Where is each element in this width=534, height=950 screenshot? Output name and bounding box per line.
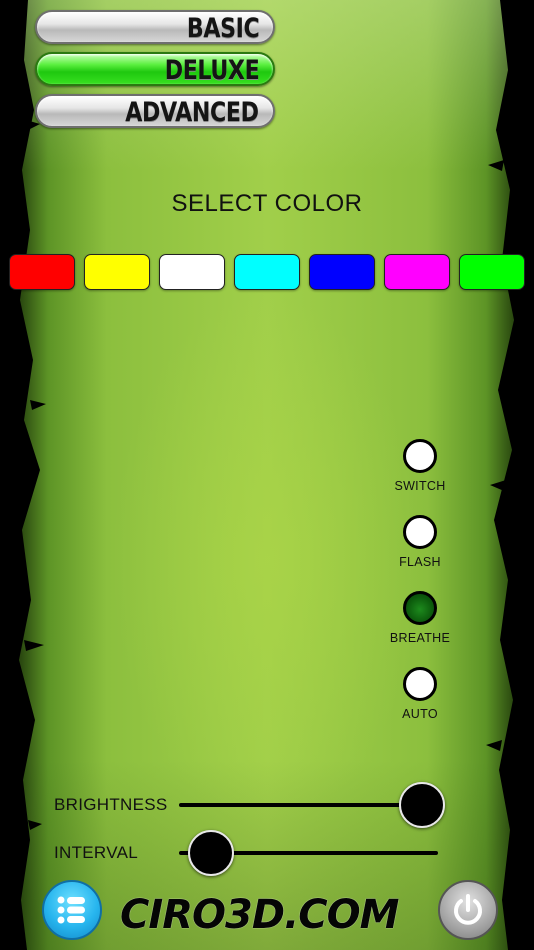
effect-option-breathe: BREATHE — [380, 591, 460, 645]
effect-option-auto: AUTO — [380, 667, 460, 721]
interval-label: INTERVAL — [54, 843, 138, 862]
mode-button-basic[interactable]: BASIC — [35, 10, 275, 44]
brightness-slider-thumb[interactable] — [399, 782, 445, 828]
effect-label: FLASH — [399, 555, 441, 569]
mode-button-deluxe[interactable]: DELUXE — [35, 52, 275, 86]
brightness-label: BRIGHTNESS — [54, 795, 168, 814]
effect-label: SWITCH — [394, 479, 446, 493]
color-swatch-green[interactable] — [459, 254, 525, 290]
app-background: BASIC DELUXE ADVANCED SELECT COLOR SWITC… — [0, 0, 534, 950]
mode-button-label: DELUXE — [164, 55, 259, 86]
grunge-border-right — [486, 0, 534, 950]
effect-label: AUTO — [402, 707, 438, 721]
menu-button[interactable] — [42, 880, 102, 940]
color-swatch-blue[interactable] — [309, 254, 375, 290]
mode-button-label: ADVANCED — [125, 97, 260, 128]
interval-slider-thumb[interactable] — [188, 830, 235, 876]
list-menu-icon — [57, 896, 85, 924]
mode-button-label: BASIC — [186, 13, 260, 44]
brand-logo: CIRO3D.COM — [120, 892, 399, 938]
color-swatch-magenta[interactable] — [384, 254, 450, 290]
power-icon — [454, 894, 482, 925]
auto-radio[interactable] — [403, 667, 437, 701]
select-color-title: SELECT COLOR — [171, 190, 363, 217]
mode-button-advanced[interactable]: ADVANCED — [35, 94, 275, 128]
color-swatch-cyan[interactable] — [234, 254, 300, 290]
effect-option-flash: FLASH — [380, 515, 460, 569]
color-swatch-yellow[interactable] — [84, 254, 150, 290]
flash-radio[interactable] — [403, 515, 437, 549]
power-button[interactable] — [438, 880, 498, 940]
color-swatch-red[interactable] — [9, 254, 75, 290]
grunge-border-left — [0, 0, 46, 950]
effect-label: BREATHE — [389, 631, 451, 645]
effect-option-switch: SWITCH — [380, 439, 460, 493]
switch-radio[interactable] — [403, 439, 437, 473]
breathe-radio[interactable] — [403, 591, 437, 625]
color-swatch-white[interactable] — [159, 254, 225, 290]
